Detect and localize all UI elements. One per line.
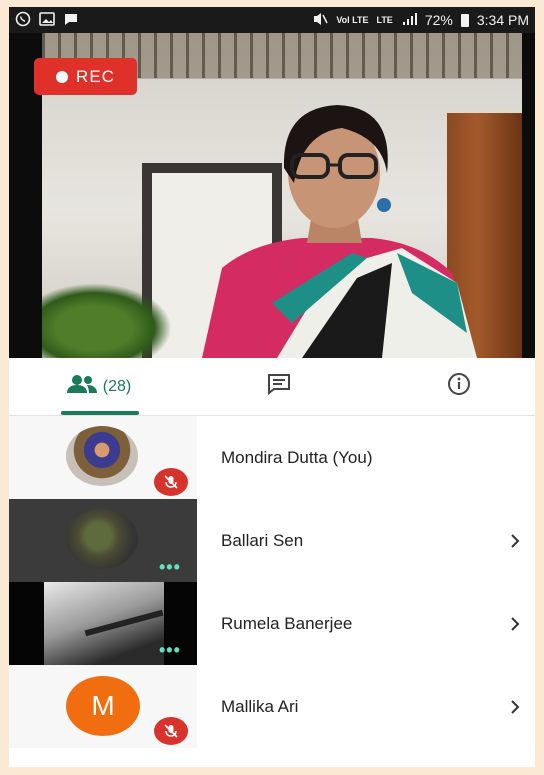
avatar bbox=[66, 426, 138, 486]
participant-row[interactable]: ••• Ballari Sen bbox=[9, 499, 535, 582]
mic-off-icon bbox=[154, 468, 188, 496]
ceiling-fan bbox=[84, 609, 164, 637]
active-tab-indicator bbox=[61, 411, 139, 415]
chevron-right-icon[interactable] bbox=[495, 533, 535, 549]
speaker-figure bbox=[202, 105, 477, 358]
battery-percent: 72% bbox=[424, 12, 453, 28]
participant-name: Mallika Ari bbox=[221, 696, 299, 716]
more-dots-icon: ••• bbox=[159, 640, 181, 660]
participant-thumbnail: M bbox=[9, 665, 197, 748]
record-dot-icon bbox=[56, 70, 69, 83]
people-icon bbox=[66, 374, 97, 399]
whatsapp-icon bbox=[15, 11, 31, 30]
participant-row[interactable]: ••• Rumela Banerjee bbox=[9, 582, 535, 665]
chevron-right-icon[interactable] bbox=[495, 699, 535, 715]
chat-bubble-icon bbox=[63, 12, 79, 29]
status-right: Vol LTE LTE 72% 3:34 PM bbox=[312, 12, 529, 29]
status-left-icons bbox=[15, 11, 79, 30]
participant-video bbox=[44, 582, 164, 665]
tab-bar: (28) bbox=[9, 358, 535, 416]
info-icon bbox=[447, 372, 471, 401]
participant-row[interactable]: Mondira Dutta (You) bbox=[9, 416, 535, 499]
people-count: (28) bbox=[102, 377, 132, 395]
tab-chat[interactable] bbox=[249, 358, 309, 415]
network-label-a: Vol LTE bbox=[336, 14, 369, 25]
chat-icon bbox=[267, 373, 291, 400]
image-icon bbox=[39, 11, 55, 29]
participant-list: Mondira Dutta (You) ••• Ballari Sen ••• … bbox=[9, 416, 535, 748]
more-dots-icon: ••• bbox=[159, 557, 181, 577]
mute-vibrate-icon bbox=[312, 12, 328, 29]
status-bar: Vol LTE LTE 72% 3:34 PM bbox=[9, 7, 535, 33]
network-label-b: LTE bbox=[376, 14, 393, 25]
recording-label: REC bbox=[76, 66, 115, 86]
signal-icon bbox=[401, 12, 417, 29]
main-video[interactable]: REC bbox=[9, 33, 535, 358]
tab-people[interactable]: (28) bbox=[49, 358, 149, 415]
participant-name: Rumela Banerjee bbox=[221, 613, 353, 633]
avatar: M bbox=[66, 676, 140, 736]
mic-off-icon bbox=[154, 717, 188, 745]
clock: 3:34 PM bbox=[476, 12, 529, 28]
participant-name: Ballari Sen bbox=[221, 530, 304, 550]
participant-thumbnail: ••• bbox=[9, 499, 197, 582]
battery-icon bbox=[460, 13, 469, 27]
participant-row[interactable]: M Mallika Ari bbox=[9, 665, 535, 748]
recording-badge: REC bbox=[34, 58, 137, 95]
phone-screen: Vol LTE LTE 72% 3:34 PM REC (28) Mondira… bbox=[9, 7, 535, 767]
tab-info[interactable] bbox=[429, 358, 489, 415]
plant bbox=[42, 283, 172, 358]
participant-thumbnail bbox=[9, 416, 197, 499]
chevron-right-icon[interactable] bbox=[495, 616, 535, 632]
avatar bbox=[66, 509, 138, 569]
participant-name: Mondira Dutta (You) bbox=[221, 447, 373, 467]
participant-thumbnail: ••• bbox=[9, 582, 197, 665]
